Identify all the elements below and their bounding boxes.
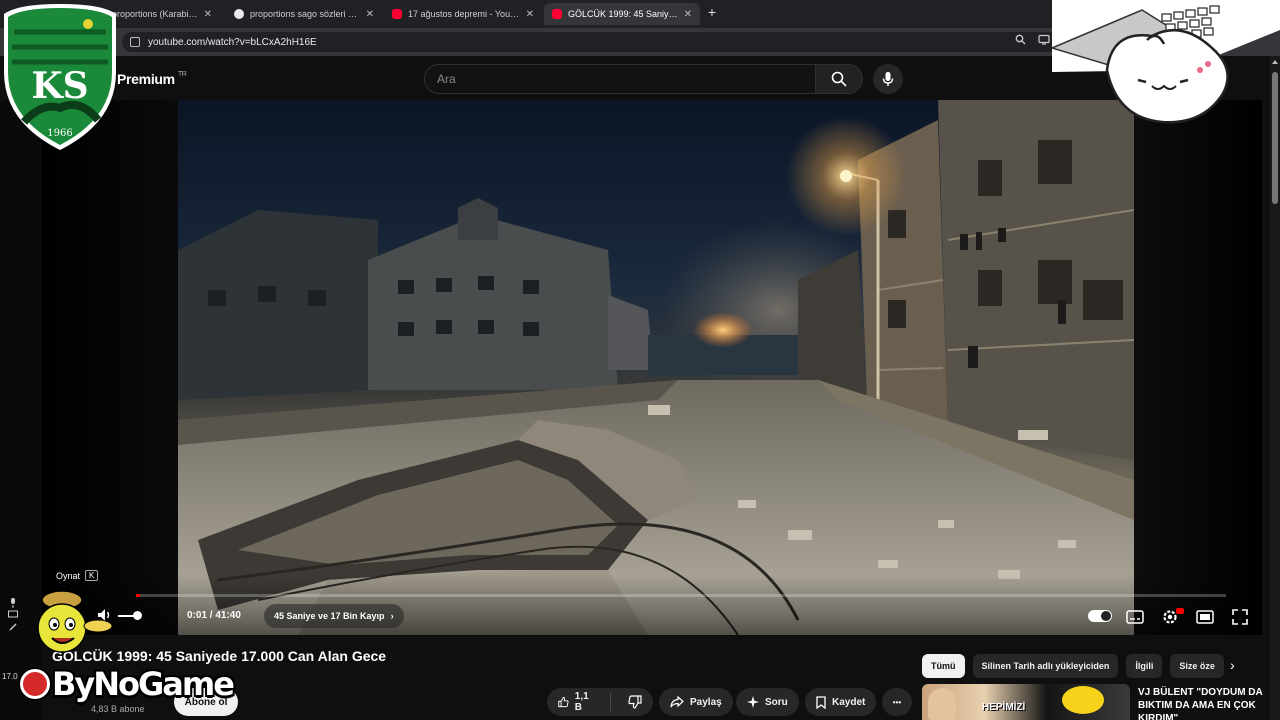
- chip-all[interactable]: Tümü: [922, 654, 965, 678]
- chip-for-you[interactable]: Size öze: [1170, 654, 1225, 678]
- close-icon[interactable]: ✕: [684, 9, 692, 20]
- browser-tab[interactable]: 17 ağustos depremi - YouTube ✕: [384, 3, 542, 25]
- voice-search-button[interactable]: [873, 64, 903, 94]
- chevron-right-icon: ›: [390, 611, 394, 621]
- earthquake-street-scene: [178, 100, 1134, 635]
- letterbox-right: [1134, 100, 1262, 635]
- like-count: 1,1 B: [574, 691, 589, 713]
- sparkle-icon: [747, 696, 759, 708]
- browser-tab[interactable]: proportions sago sözleri - Goo ✕: [226, 3, 382, 25]
- fullscreen-icon: [1232, 609, 1248, 625]
- subtitles-button[interactable]: [1123, 606, 1147, 628]
- microphone-icon: [882, 72, 894, 86]
- divider: [610, 693, 611, 711]
- youtube-logo[interactable]: Premium TR: [117, 71, 187, 87]
- person-image: [928, 688, 956, 720]
- watermark-logo-icon: [20, 669, 50, 699]
- left-toolbar: [8, 598, 18, 632]
- cast-icon[interactable]: [1038, 34, 1050, 45]
- watermark-text: ByNoGame: [52, 665, 235, 703]
- hd-badge: [1176, 608, 1184, 614]
- filter-chips: Tümü Silinen Tarih adlı yükleyiciden İlg…: [922, 654, 1225, 678]
- club-logo: KS 1966: [4, 4, 116, 150]
- screen-icon[interactable]: [8, 610, 18, 620]
- address-bar[interactable]: youtube.com/watch?v=bLCxA2hH16E: [122, 32, 1062, 52]
- youtube-icon: [392, 9, 402, 19]
- link-icon[interactable]: [8, 622, 18, 632]
- thumbs-up-icon: [558, 696, 569, 708]
- search-input[interactable]: [425, 65, 815, 93]
- theater-mode-button[interactable]: [1193, 606, 1217, 628]
- close-icon[interactable]: ✕: [204, 9, 212, 20]
- logo-initials: KS: [31, 65, 88, 107]
- thumbnail-caption: HEPİMİZİ: [982, 702, 1026, 713]
- watermark: ByNoGame: [20, 664, 235, 704]
- browser-tab[interactable]: proportions (Karabiber Duası 2) ✕: [104, 3, 220, 25]
- tab-title: proportions sago sözleri - Goo: [250, 9, 360, 19]
- search-button[interactable]: [815, 64, 863, 94]
- time-display: 0:01 / 41:40: [187, 610, 241, 621]
- microphone-icon[interactable]: [8, 598, 18, 608]
- screen: proportions (Karabiber Duası 2) ✕ propor…: [0, 0, 1280, 720]
- like-button[interactable]: 1,1 B: [547, 688, 604, 716]
- progress-bar[interactable]: [136, 594, 1226, 597]
- save-label: Kaydet: [832, 696, 866, 708]
- tab-title: GÖLCÜK 1999: 45 Saniyede 17.0: [568, 9, 678, 19]
- controls-gradient: [42, 575, 1262, 635]
- url-text: youtube.com/watch?v=bLCxA2hH16E: [148, 36, 317, 48]
- browser-tab-active[interactable]: GÖLCÜK 1999: 45 Saniyede 17.0 ✕: [544, 3, 700, 25]
- side-number: 17.0: [2, 672, 18, 681]
- chapter-title: 45 Saniye ve 17 Bin Kayıp: [274, 611, 385, 621]
- logo-text: Premium: [117, 71, 175, 87]
- shortcut-key: K: [85, 570, 99, 581]
- google-icon: [234, 9, 244, 19]
- ask-button[interactable]: Soru: [736, 688, 799, 716]
- bookmark-icon: [816, 695, 826, 709]
- logo-year: 1966: [47, 128, 72, 139]
- logo-country: TR: [177, 71, 187, 78]
- chip-uploader[interactable]: Silinen Tarih adlı yükleyiciden: [972, 654, 1119, 678]
- subtitles-icon: [1126, 610, 1144, 624]
- new-tab-button[interactable]: +: [704, 4, 720, 20]
- recommended-video-title[interactable]: VJ BÜLENT "DOYDUM DA BIKTIM DA AMA EN ÇO…: [1138, 686, 1266, 720]
- tab-title: 17 ağustos depremi - YouTube: [408, 9, 520, 19]
- letterbox-left: [42, 100, 178, 635]
- search-icon: [831, 71, 847, 87]
- keyboard-cat-sticker: [1052, 0, 1280, 124]
- save-button[interactable]: Kaydet: [805, 688, 877, 716]
- tab-title: proportions (Karabiber Duası 2): [112, 9, 198, 19]
- close-icon[interactable]: ✕: [366, 9, 374, 20]
- autoplay-toggle[interactable]: [1088, 610, 1112, 622]
- more-actions-button[interactable]: •••: [882, 688, 912, 716]
- share-label: Paylaş: [690, 696, 722, 708]
- theater-icon: [1196, 610, 1214, 624]
- like-dislike-group: 1,1 B: [547, 688, 653, 716]
- site-settings-icon[interactable]: [130, 37, 140, 47]
- play-tooltip: Oynat K: [52, 568, 102, 583]
- recommended-video-thumbnail[interactable]: HEPİMİZİ: [922, 684, 1130, 720]
- fullscreen-button[interactable]: [1228, 606, 1252, 628]
- chip-related[interactable]: İlgili: [1126, 654, 1163, 678]
- tooltip-label: Oynat: [56, 570, 81, 581]
- emoji-image: [1062, 686, 1104, 714]
- address-bar-actions: [1015, 34, 1050, 45]
- volume-knob[interactable]: [133, 611, 142, 620]
- mascot-sticker: [37, 590, 113, 653]
- chevron-right-icon[interactable]: ›: [1230, 657, 1235, 673]
- subscriber-count: 4,83 B abone: [91, 704, 145, 714]
- ask-label: Soru: [765, 696, 788, 708]
- thumbs-down-icon: [628, 695, 642, 709]
- search-box: [424, 64, 816, 94]
- close-icon[interactable]: ✕: [526, 9, 534, 20]
- progress-fill: [136, 594, 141, 597]
- chapter-button[interactable]: 45 Saniye ve 17 Bin Kayıp ›: [264, 604, 404, 628]
- video-player[interactable]: [42, 100, 1262, 635]
- youtube-icon: [552, 9, 562, 19]
- share-icon: [670, 696, 684, 708]
- share-button[interactable]: Paylaş: [659, 688, 733, 716]
- video-frame: [178, 100, 1134, 635]
- zoom-icon[interactable]: [1015, 34, 1026, 45]
- dislike-button[interactable]: [617, 688, 653, 716]
